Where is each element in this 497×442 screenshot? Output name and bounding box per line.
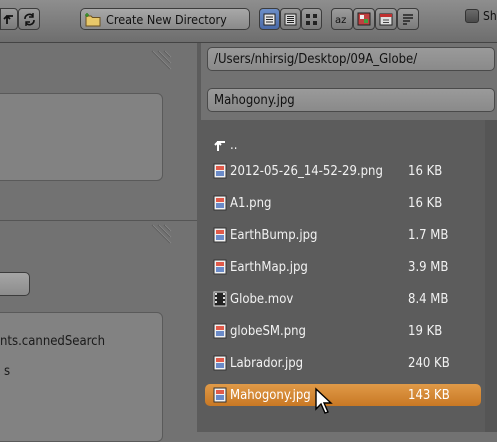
- file-size: 143 KB: [408, 387, 450, 403]
- file-row[interactable]: Mahogony.jpg 143 KB: [205, 384, 481, 406]
- sort-time-icon: [379, 13, 393, 26]
- directory-path-field[interactable]: /Users/nhirsig/Desktop/09A_Globe/: [207, 47, 495, 71]
- file-name: A1.png: [230, 195, 272, 211]
- create-new-directory-label: Create New Directory: [106, 11, 227, 27]
- parent-dir-icon: [214, 141, 225, 151]
- thumbnail-icon: [306, 13, 317, 25]
- file-size: 3.9 MB: [408, 259, 449, 275]
- short-list-icon: [263, 13, 276, 25]
- show-hidden-label: Sh: [483, 9, 497, 23]
- file-row[interactable]: globeSM.png 19 KB: [205, 320, 481, 342]
- refresh-icon: [23, 12, 35, 26]
- sort-extension-button[interactable]: [353, 8, 375, 30]
- file-size: 19 KB: [408, 323, 443, 339]
- show-hidden-toggle[interactable]: Sh: [465, 9, 497, 23]
- file-size: 16 KB: [408, 195, 443, 211]
- file-browser-header: Create New Directory az Sh: [0, 0, 497, 43]
- sort-size-button[interactable]: [397, 8, 419, 30]
- image-file-icon: [213, 195, 227, 211]
- display-long-list-button[interactable]: [280, 8, 301, 30]
- image-file-icon: [213, 227, 227, 243]
- parent-directory-row[interactable]: ..: [205, 134, 481, 156]
- file-size: 1.7 MB: [408, 227, 449, 243]
- file-name: EarthMap.jpg: [230, 259, 308, 275]
- file-size: 8.4 MB: [408, 291, 449, 307]
- file-row[interactable]: Labrador.jpg 240 KB: [205, 352, 481, 374]
- refresh-button[interactable]: [18, 8, 40, 30]
- parent-dir-button[interactable]: [0, 8, 18, 30]
- sort-size-icon: [403, 14, 413, 25]
- show-hidden-checkbox[interactable]: [465, 9, 479, 23]
- image-file-icon: [213, 387, 227, 403]
- parent-dir-icon: [3, 15, 13, 24]
- file-list: .. 2012-05-26_14-52-29.png 16 KB A1.png 16 …: [201, 120, 497, 432]
- image-file-icon: [213, 163, 227, 179]
- svg-text:az: az: [335, 15, 346, 26]
- file-list-scrollbar[interactable]: [485, 120, 497, 432]
- sort-alphabetic-button[interactable]: az: [331, 8, 353, 30]
- create-new-directory-button[interactable]: Create New Directory: [80, 8, 250, 30]
- panel-button[interactable]: [0, 272, 30, 296]
- display-thumbnails-button[interactable]: [301, 8, 322, 30]
- recent-item-label[interactable]: nts.cannedSearch: [0, 334, 105, 349]
- file-row[interactable]: 2012-05-26_14-52-29.png 16 KB: [205, 160, 481, 182]
- file-name: Labrador.jpg: [230, 355, 304, 371]
- file-size: 16 KB: [408, 163, 443, 179]
- bookmarks-list-box: [0, 93, 163, 181]
- mouse-cursor-icon: [315, 387, 333, 414]
- recent-list-box: [0, 312, 163, 442]
- display-short-list-button[interactable]: [259, 8, 280, 30]
- file-size: 240 KB: [408, 355, 450, 371]
- parent-directory-label: ..: [230, 137, 238, 153]
- panel-resize-grip-icon[interactable]: [148, 223, 172, 245]
- long-list-icon: [284, 13, 297, 25]
- file-name: EarthBump.jpg: [230, 227, 318, 243]
- bookmarks-panel: [0, 43, 197, 218]
- panel-resize-grip-icon[interactable]: [148, 49, 172, 71]
- file-name: 2012-05-26_14-52-29.png: [230, 163, 383, 179]
- sort-ext-icon: [357, 12, 371, 26]
- folder-new-icon: [85, 12, 101, 26]
- filename-field[interactable]: Mahogony.jpg: [207, 88, 495, 112]
- sort-time-button[interactable]: [375, 8, 397, 30]
- file-row[interactable]: Globe.mov 8.4 MB: [205, 288, 481, 310]
- file-name: globeSM.png: [230, 323, 306, 339]
- file-row[interactable]: EarthMap.jpg 3.9 MB: [205, 256, 481, 278]
- file-row[interactable]: EarthBump.jpg 1.7 MB: [205, 224, 481, 246]
- recent-panel: nts.cannedSearch s: [0, 220, 197, 442]
- image-file-icon: [213, 259, 227, 275]
- sort-alpha-icon: az: [335, 15, 346, 26]
- image-file-icon: [213, 323, 227, 339]
- movie-file-icon: [213, 291, 227, 307]
- image-file-icon: [213, 355, 227, 371]
- recent-item-label-2[interactable]: s: [4, 364, 10, 379]
- path-area: /Users/nhirsig/Desktop/09A_Globe/ Mahogo…: [201, 43, 497, 120]
- file-name: Globe.mov: [230, 291, 294, 307]
- file-row[interactable]: A1.png 16 KB: [205, 192, 481, 214]
